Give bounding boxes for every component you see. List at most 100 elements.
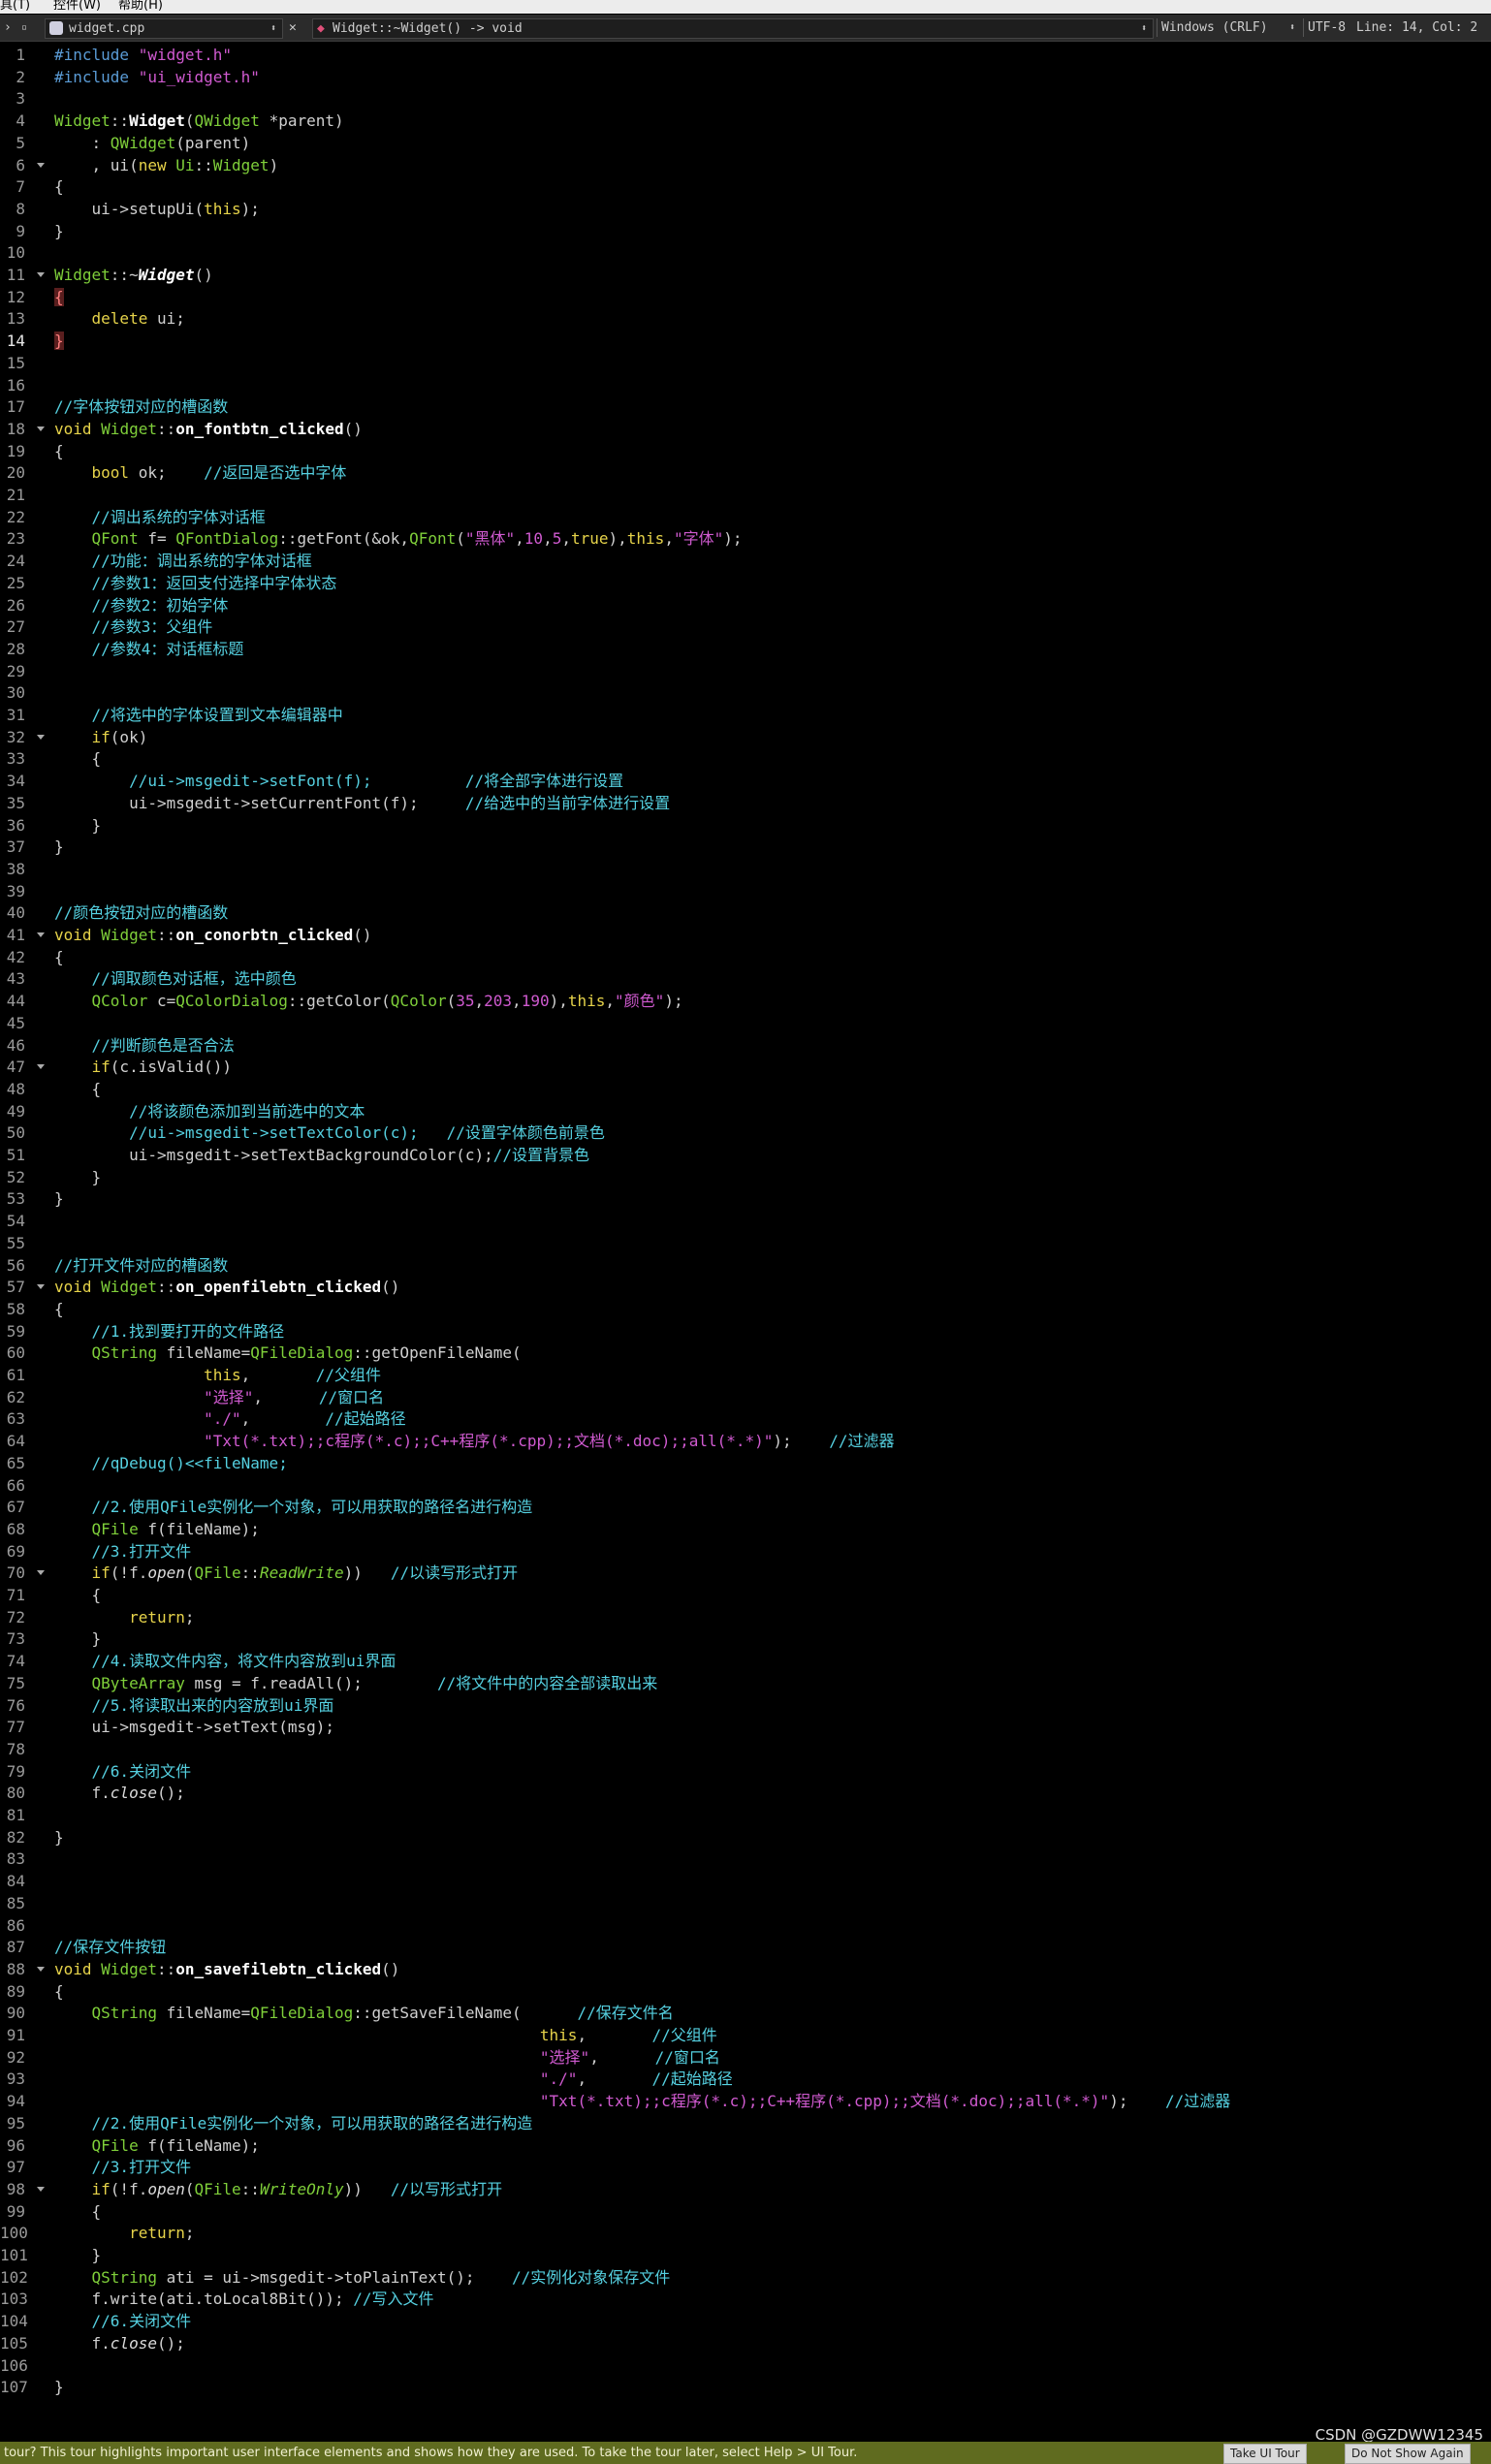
menu-tools[interactable]: 具(T) (0, 0, 30, 13)
code-line[interactable]: 17 //字体按钮对应的槽函数 (0, 396, 1491, 418)
code-line[interactable]: 47 if(c.isValid()) (0, 1057, 1491, 1078)
code-line[interactable]: 64 "Txt(*.txt);;c程序(*.c);;C++程序(*.cpp);;… (0, 1431, 1491, 1452)
code-line[interactable]: 69 //3.打开文件 (0, 1541, 1491, 1563)
code-line[interactable]: 107} (0, 2377, 1491, 2398)
do-not-show-again-button[interactable]: Do Not Show Again (1345, 2444, 1471, 2464)
code-line[interactable]: 68 QFile f(fileName); (0, 1519, 1491, 1540)
fold-toggle-icon[interactable] (37, 426, 45, 431)
code-line[interactable]: 26 //参数2：初始字体 (0, 595, 1491, 616)
code-line[interactable]: 84 (0, 1871, 1491, 1892)
code-line[interactable]: 50 //ui->msgedit->setTextColor(c); //设置字… (0, 1122, 1491, 1144)
fold-toggle-icon[interactable] (37, 1966, 45, 1972)
code-line[interactable]: 4 Widget::Widget(QWidget *parent) (0, 111, 1491, 132)
fold-toggle-icon[interactable] (37, 1284, 45, 1290)
code-line[interactable]: 40 //颜色按钮对应的槽函数 (0, 902, 1491, 924)
code-line[interactable]: 88 void Widget::on_savefilebtn_clicked() (0, 1959, 1491, 1980)
code-line[interactable]: 90 QString fileName=QFileDialog::getSave… (0, 2003, 1491, 2024)
code-line[interactable]: 6 , ui(new Ui::Widget) (0, 155, 1491, 176)
code-line[interactable]: 98 if(!f.open(QFile::WriteOnly)) //以写形式打… (0, 2179, 1491, 2200)
code-line[interactable]: 31 //将选中的字体设置到文本编辑器中 (0, 705, 1491, 726)
code-line[interactable]: 96 QFile f(fileName); (0, 2135, 1491, 2157)
code-line[interactable]: 20 bool ok; //返回是否选中字体 (0, 462, 1491, 484)
code-line[interactable]: 51 ui->msgedit->setTextBackgroundColor(c… (0, 1145, 1491, 1166)
code-line[interactable]: 63 "./", //起始路径 (0, 1408, 1491, 1430)
code-line[interactable]: 57 void Widget::on_openfilebtn_clicked() (0, 1277, 1491, 1298)
code-line[interactable]: 78 (0, 1739, 1491, 1760)
code-line[interactable]: 2 #include "ui_widget.h" (0, 67, 1491, 88)
code-line[interactable]: 101 } (0, 2245, 1491, 2266)
cursor-position[interactable]: Line: 14, Col: 2 (1356, 15, 1477, 41)
code-line[interactable]: 22 //调出系统的字体对话框 (0, 507, 1491, 528)
code-line[interactable]: 42 { (0, 947, 1491, 968)
code-line[interactable]: 39 (0, 881, 1491, 902)
code-line[interactable]: 11 Widget::~Widget() (0, 265, 1491, 286)
code-line[interactable]: 100 return; (0, 2223, 1491, 2244)
code-line[interactable]: 76 //5.将读取出来的内容放到ui界面 (0, 1695, 1491, 1717)
code-line[interactable]: 48 { (0, 1079, 1491, 1100)
code-line[interactable]: 70 if(!f.open(QFile::ReadWrite)) //以读写形式… (0, 1563, 1491, 1584)
code-line[interactable]: 28 //参数4：对话框标题 (0, 639, 1491, 660)
code-line[interactable]: 27 //参数3：父组件 (0, 616, 1491, 638)
code-line[interactable]: 94 "Txt(*.txt);;c程序(*.c);;C++程序(*.cpp);;… (0, 2091, 1491, 2112)
code-line[interactable]: 73 } (0, 1628, 1491, 1650)
code-line[interactable]: 106 (0, 2355, 1491, 2377)
code-line[interactable]: 75 QByteArray msg = f.readAll(); //将文件中的… (0, 1673, 1491, 1694)
code-line[interactable]: 91 this, //父组件 (0, 2025, 1491, 2046)
fold-toggle-icon[interactable] (37, 1570, 45, 1576)
code-line[interactable]: 21 (0, 485, 1491, 506)
code-line[interactable]: 81 (0, 1805, 1491, 1826)
code-line[interactable]: 102 QString ati = ui->msgedit->toPlainTe… (0, 2267, 1491, 2289)
code-line[interactable]: 99 { (0, 2201, 1491, 2223)
fold-toggle-icon[interactable] (37, 932, 45, 937)
code-line[interactable]: 62 "选择", //窗口名 (0, 1387, 1491, 1408)
code-line[interactable]: 18 void Widget::on_fontbtn_clicked() (0, 419, 1491, 440)
code-line[interactable]: 34 //ui->msgedit->setFont(f); //将全部字体进行设… (0, 771, 1491, 792)
code-line[interactable]: 92 "选择", //窗口名 (0, 2047, 1491, 2069)
code-line[interactable]: 9} (0, 221, 1491, 242)
code-line[interactable]: 14} (0, 331, 1491, 352)
code-line[interactable]: 8 ui->setupUi(this); (0, 199, 1491, 220)
code-line[interactable]: 43 //调取颜色对话框，选中颜色 (0, 968, 1491, 990)
code-line[interactable]: 38 (0, 859, 1491, 880)
code-line[interactable]: 5 : QWidget(parent) (0, 133, 1491, 154)
close-file-button[interactable]: ✕ (289, 15, 297, 41)
code-line[interactable]: 25 //参数1：返回支付选择中字体状态 (0, 573, 1491, 594)
code-line[interactable]: 35 ui->msgedit->setCurrentFont(f); //给选中… (0, 793, 1491, 814)
code-line[interactable]: 105 f.close(); (0, 2333, 1491, 2354)
code-line[interactable]: 80 f.close(); (0, 1783, 1491, 1804)
code-line[interactable]: 45 (0, 1013, 1491, 1034)
code-line[interactable]: 87 //保存文件按钮 (0, 1937, 1491, 1958)
file-selector[interactable]: widget.cpp ⬍ (45, 18, 283, 39)
code-line[interactable]: 10 (0, 242, 1491, 264)
fold-toggle-icon[interactable] (37, 162, 45, 168)
menu-controls[interactable]: 控件(W) (53, 0, 101, 13)
code-line[interactable]: 61 this, //父组件 (0, 1365, 1491, 1386)
code-line[interactable]: 79 //6.关闭文件 (0, 1761, 1491, 1783)
fold-toggle-icon[interactable] (37, 1064, 45, 1070)
code-line[interactable]: 30 (0, 682, 1491, 704)
code-line[interactable]: 104 //6.关闭文件 (0, 2311, 1491, 2332)
code-line[interactable]: 65 //qDebug()<<fileName; (0, 1453, 1491, 1474)
code-line[interactable]: 3 (0, 88, 1491, 110)
code-line[interactable]: 74 //4.读取文件内容，将文件内容放到ui界面 (0, 1651, 1491, 1672)
code-line[interactable]: 55 (0, 1233, 1491, 1254)
code-line[interactable]: 77 ui->msgedit->setText(msg); (0, 1717, 1491, 1738)
code-line[interactable]: 58 { (0, 1299, 1491, 1320)
code-line[interactable]: 95 //2.使用QFile实例化一个对象，可以用获取的路径名进行构造 (0, 2113, 1491, 2134)
code-line[interactable]: 97 //3.打开文件 (0, 2157, 1491, 2178)
fold-toggle-icon[interactable] (37, 2186, 45, 2192)
code-line[interactable]: 13 delete ui; (0, 308, 1491, 330)
code-line[interactable]: 44 QColor c=QColorDialog::getColor(QColo… (0, 991, 1491, 1012)
code-line[interactable]: 72 return; (0, 1607, 1491, 1628)
code-line[interactable]: 71 { (0, 1585, 1491, 1606)
line-ending-selector[interactable]: Windows (CRLF) (1161, 15, 1268, 41)
code-line[interactable]: 67 //2.使用QFile实例化一个对象，可以用获取的路径名进行构造 (0, 1497, 1491, 1518)
code-line[interactable]: 49 //将该颜色添加到当前选中的文本 (0, 1101, 1491, 1122)
code-line[interactable]: 83 (0, 1848, 1491, 1870)
code-line[interactable]: 103 f.write(ati.toLocal8Bit()); //写入文件 (0, 2289, 1491, 2310)
code-line[interactable]: 53} (0, 1188, 1491, 1210)
code-line[interactable]: 89 { (0, 1981, 1491, 2003)
code-line[interactable]: 56 //打开文件对应的槽函数 (0, 1255, 1491, 1277)
code-line[interactable]: 23 QFont f= QFontDialog::getFont(&ok,QFo… (0, 528, 1491, 550)
code-line[interactable]: 29 (0, 661, 1491, 682)
